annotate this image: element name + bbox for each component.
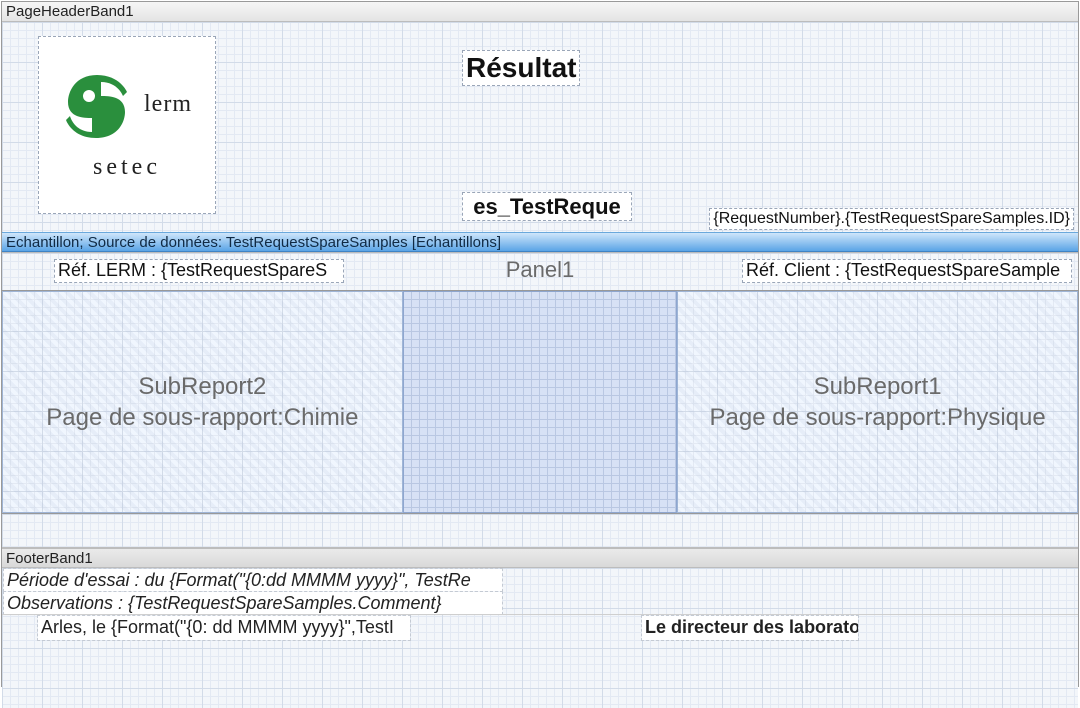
footer-arles-field[interactable]: Arles, le {Format("{0: dd MMMM yyyy}",Te…: [38, 616, 410, 640]
subreport-right[interactable]: SubReport1 Page de sous-rapport:Physique: [677, 291, 1078, 513]
request-name-field[interactable]: es_TestReque: [462, 192, 632, 221]
pageheader-band-area[interactable]: lerm setec Résultat es_TestReque {Reques…: [2, 22, 1078, 232]
band-label-footer[interactable]: FooterBand1: [2, 548, 1078, 568]
subreport-middle-spacer[interactable]: .: [403, 291, 677, 513]
logo-container[interactable]: lerm setec: [38, 36, 216, 214]
subreport-left-name: SubReport2: [46, 371, 358, 402]
footer-band-area[interactable]: Période d'essai : du {Format("{0:dd MMMM…: [2, 568, 1078, 708]
data-gap-row[interactable]: [2, 514, 1078, 548]
data-row-top[interactable]: Réf. LERM : {TestRequestSpareS Panel1 Ré…: [2, 252, 1078, 290]
band-label-pageheader[interactable]: PageHeaderBand1: [2, 2, 1078, 22]
title-field[interactable]: Résultat: [462, 50, 580, 86]
footer-divider: [2, 614, 1078, 615]
ref-client-field[interactable]: Réf. Client : {TestRequestSpareSample: [742, 259, 1072, 283]
footer-director-field[interactable]: Le directeur des laboratoi: [642, 616, 858, 640]
footer-observations-field[interactable]: Observations : {TestRequestSpareSamples.…: [4, 592, 502, 614]
footer-period-field[interactable]: Période d'essai : du {Format("{0:dd MMMM…: [4, 569, 502, 591]
logo-text-lerm: lerm: [144, 91, 192, 118]
s-logo-icon: [62, 70, 132, 140]
subreport-right-page: Page de sous-rapport:Physique: [710, 402, 1046, 433]
subreport-left-page: Page de sous-rapport:Chimie: [46, 402, 358, 433]
request-id-field[interactable]: {RequestNumber}.{TestRequestSpareSamples…: [709, 208, 1074, 230]
subreport-row[interactable]: SubReport2 Page de sous-rapport:Chimie .…: [2, 290, 1078, 514]
logo-text-setec: setec: [93, 154, 161, 181]
subreport-right-name: SubReport1: [710, 371, 1046, 402]
subreport-left[interactable]: SubReport2 Page de sous-rapport:Chimie: [2, 291, 403, 513]
report-designer-canvas[interactable]: PageHeaderBand1 lerm setec Résultat es_T…: [1, 1, 1079, 687]
band-label-data[interactable]: Echantillon; Source de données: TestRequ…: [2, 232, 1078, 252]
